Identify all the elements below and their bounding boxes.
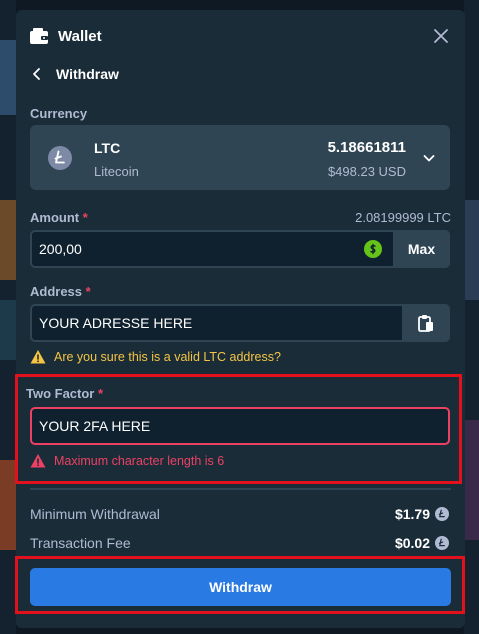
divider: [30, 488, 451, 490]
background-thumbnail: [464, 200, 479, 300]
background-thumbnail: [0, 300, 16, 360]
address-field: [30, 304, 450, 342]
currency-selector[interactable]: LTC Litecoin 5.18661811 $498.23 USD: [30, 125, 450, 190]
background-thumbnail: [0, 460, 16, 550]
currency-usd-value: $498.23 USD: [327, 164, 406, 179]
back-to-withdraw[interactable]: Withdraw: [30, 62, 119, 86]
chevron-down-icon: [423, 155, 435, 162]
address-input[interactable]: [32, 306, 402, 340]
litecoin-icon: [435, 507, 449, 521]
background-thumbnail: [0, 40, 16, 115]
two-factor-label: Two Factor *: [26, 386, 104, 401]
currency-name: Litecoin: [94, 164, 139, 179]
paste-button[interactable]: [402, 304, 450, 342]
error-icon: [30, 454, 46, 468]
modal-header: Wallet: [16, 10, 465, 62]
warning-icon: [30, 350, 46, 364]
two-factor-input[interactable]: [32, 409, 442, 443]
transaction-fee-row: Transaction Fee $0.02: [30, 532, 449, 554]
address-warning: Are you sure this is a valid LTC address…: [30, 349, 281, 365]
clipboard-icon: [418, 315, 433, 332]
wallet-icon: [30, 28, 48, 44]
withdraw-button[interactable]: Withdraw: [30, 568, 451, 606]
amount-field: Max: [30, 230, 450, 268]
minimum-withdrawal-row: Minimum Withdrawal $1.79: [30, 503, 449, 525]
wallet-modal: Wallet Withdraw Currency LTC Litecoin 5.…: [16, 10, 465, 628]
litecoin-icon: [435, 536, 449, 550]
litecoin-icon: [48, 146, 72, 170]
currency-symbol: LTC: [94, 140, 121, 156]
amount-input[interactable]: [32, 232, 362, 266]
two-factor-error: Maximum character length is 6: [30, 453, 224, 469]
close-icon[interactable]: [431, 26, 451, 46]
background-thumbnail: [0, 200, 16, 280]
amount-label: Amount *: [30, 210, 88, 225]
currency-label: Currency: [30, 106, 88, 121]
two-factor-field: [30, 407, 450, 445]
available-balance: 2.08199999 LTC: [355, 210, 451, 225]
max-button[interactable]: Max: [393, 230, 450, 268]
address-label: Address *: [30, 284, 91, 299]
currency-balance: 5.18661811: [327, 139, 406, 156]
background-thumbnail: [464, 420, 479, 540]
dollar-icon: [364, 240, 382, 258]
modal-title: Wallet: [58, 27, 102, 45]
withdraw-heading: Withdraw: [56, 66, 119, 82]
chevron-left-icon: [33, 68, 40, 80]
